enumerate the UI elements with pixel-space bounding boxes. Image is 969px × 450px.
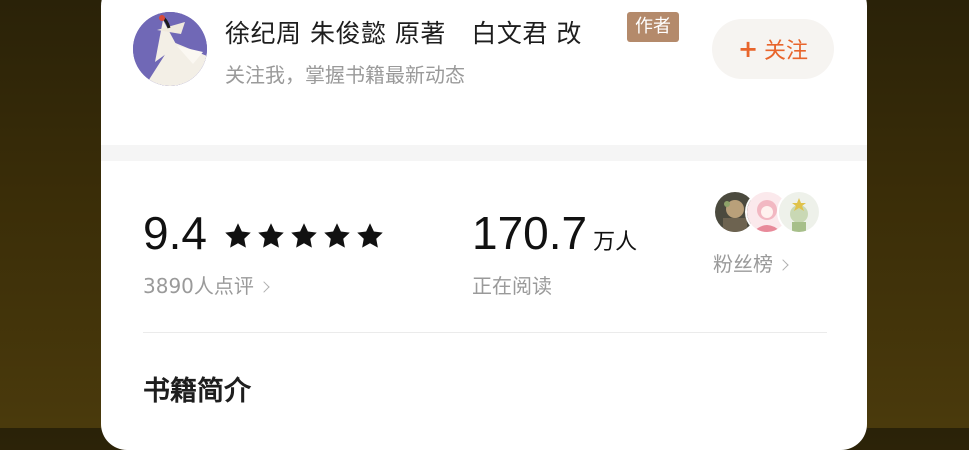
fans-label[interactable]: 粉丝榜	[713, 252, 773, 276]
author-avatar[interactable]	[133, 12, 207, 86]
plus-icon: +	[737, 35, 759, 63]
follow-label: 关注	[764, 39, 809, 64]
star-icon	[225, 223, 251, 248]
star-icon	[258, 223, 284, 248]
fan-avatar	[777, 190, 821, 234]
section-title-intro: 书籍简介	[143, 376, 251, 407]
readers-label: 正在阅读	[472, 274, 552, 298]
crane-avatar-icon	[133, 12, 207, 86]
star-icon	[357, 223, 383, 248]
review-count[interactable]: 3890人点评	[143, 274, 254, 298]
chevron-right-icon	[777, 259, 789, 271]
readers-stat: 170.7 万人 正在阅读	[472, 210, 637, 299]
star-icon	[291, 223, 317, 248]
author-subtitle: 关注我，掌握书籍最新动态	[225, 63, 465, 87]
divider-line	[143, 332, 827, 333]
readers-unit: 万人	[593, 230, 638, 255]
rating-stars	[223, 221, 385, 251]
follow-button[interactable]: + 关注	[712, 19, 834, 79]
chevron-right-icon	[258, 281, 270, 293]
star-icon	[324, 223, 350, 248]
section-divider	[101, 145, 867, 161]
rating-stat[interactable]: 9.4 3890人点评	[143, 210, 385, 299]
fans-stat[interactable]: 粉丝榜	[713, 190, 821, 277]
author-row[interactable]: 徐纪周 朱俊懿 原著 白文君 改 作者 关注我，掌握书籍最新动态 + 关注	[101, 0, 867, 125]
author-badge: 作者	[627, 12, 679, 42]
author-name[interactable]: 徐纪周 朱俊懿 原著 白文君 改	[225, 14, 582, 50]
readers-value: 170.7	[472, 207, 588, 259]
book-detail-card: 徐纪周 朱俊懿 原著 白文君 改 作者 关注我，掌握书籍最新动态 + 关注 9.…	[101, 0, 867, 450]
rating-value: 9.4	[143, 207, 207, 259]
fan-avatars	[713, 190, 821, 234]
